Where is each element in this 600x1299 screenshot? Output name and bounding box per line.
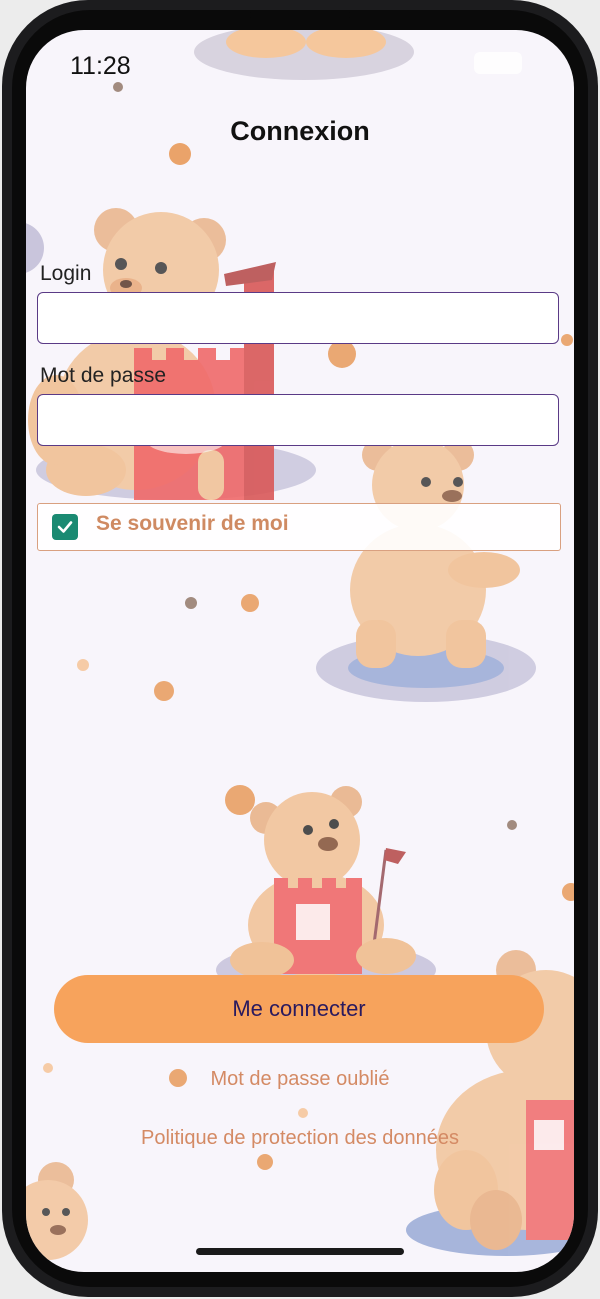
top-bear-partial	[194, 30, 414, 80]
connect-button[interactable]: Me connecter	[54, 975, 544, 1043]
sitting-bear-illustration	[216, 786, 436, 998]
login-label: Login	[40, 262, 92, 285]
page-title: Connexion	[230, 116, 370, 146]
remember-me-checkbox[interactable]	[52, 514, 78, 540]
password-input[interactable]	[37, 394, 559, 446]
app-screen: 11:28 Connexion Login Mot de passe Se so…	[26, 30, 574, 1272]
status-indicators	[474, 52, 522, 74]
phone-mockup: 11:28 Connexion Login Mot de passe Se so…	[0, 0, 600, 1299]
check-icon	[57, 521, 73, 533]
login-input[interactable]	[37, 292, 559, 344]
walking-bear-illustration	[316, 439, 536, 702]
home-indicator[interactable]	[196, 1248, 404, 1255]
password-label: Mot de passe	[40, 364, 167, 387]
status-time: 11:28	[70, 52, 131, 80]
speaker-notch	[250, 10, 350, 20]
remember-me-label: Se souvenir de moi	[96, 512, 289, 535]
remember-me-option[interactable]: Se souvenir de moi	[37, 503, 561, 551]
bottom-left-bear-illustration	[26, 1162, 88, 1260]
privacy-policy-link[interactable]: Politique de protection des données	[26, 1127, 574, 1150]
forgot-password-link[interactable]: Mot de passe oublié	[26, 1068, 574, 1091]
